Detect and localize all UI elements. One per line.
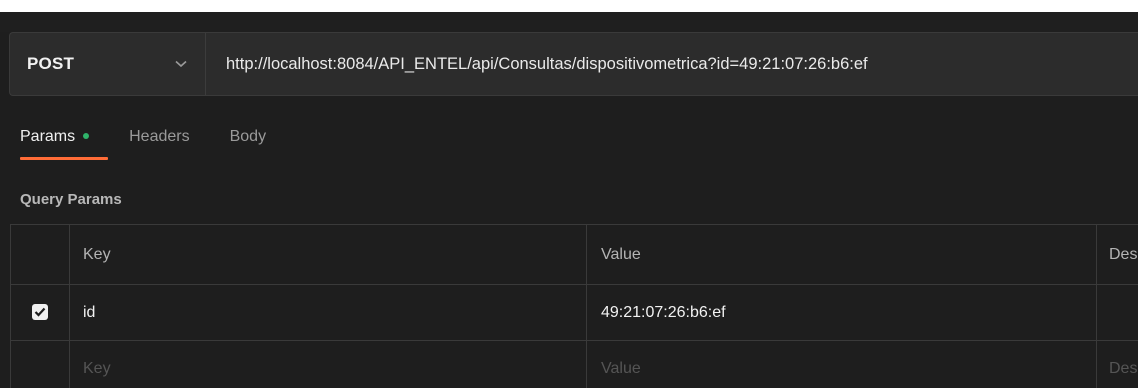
header-check-cell xyxy=(10,224,70,285)
header-description: Des xyxy=(1096,224,1138,285)
tab-params[interactable]: Params xyxy=(20,128,108,160)
row-checkbox[interactable] xyxy=(32,304,48,321)
table-row: id 49:21:07:26:b6:ef xyxy=(10,284,1138,341)
top-gap xyxy=(0,12,1138,32)
top-strip xyxy=(0,0,1138,12)
method-label: POST xyxy=(27,54,75,73)
request-tabs: Params Headers Body xyxy=(20,128,306,160)
new-value-input[interactable]: Value xyxy=(586,340,1097,388)
tab-headers-label: Headers xyxy=(129,128,190,145)
url-input[interactable]: http://localhost:8084/API_ENTEL/api/Cons… xyxy=(206,33,1138,95)
table-header-row: Key Value Des xyxy=(10,224,1138,285)
new-description-input[interactable]: Des xyxy=(1096,340,1138,388)
tab-body[interactable]: Body xyxy=(230,128,266,160)
query-params-table: Key Value Des id 49:21:07:26:b6:ef Key V… xyxy=(10,224,1138,388)
params-active-dot xyxy=(83,132,90,139)
postman-request-editor: POST http://localhost:8084/API_ENTEL/api… xyxy=(0,0,1138,388)
header-key: Key xyxy=(69,224,587,285)
chevron-down-icon xyxy=(175,58,187,70)
row-key-input[interactable]: id xyxy=(69,284,587,341)
empty-check-cell xyxy=(10,340,70,388)
active-tab-underline xyxy=(20,157,108,160)
row-description-input[interactable] xyxy=(1096,284,1138,341)
row-value-input[interactable]: 49:21:07:26:b6:ef xyxy=(586,284,1097,341)
checkmark-icon xyxy=(34,308,46,317)
table-row-empty: Key Value Des xyxy=(10,340,1138,388)
tab-body-label: Body xyxy=(229,128,267,145)
tab-headers[interactable]: Headers xyxy=(129,128,189,160)
header-value: Value xyxy=(586,224,1097,285)
query-params-title: Query Params xyxy=(20,191,122,208)
request-bar: POST http://localhost:8084/API_ENTEL/api… xyxy=(9,32,1138,96)
method-select[interactable]: POST xyxy=(10,33,206,95)
new-key-input[interactable]: Key xyxy=(69,340,587,388)
row-check-cell xyxy=(10,284,70,341)
tab-params-label: Params xyxy=(20,128,76,145)
